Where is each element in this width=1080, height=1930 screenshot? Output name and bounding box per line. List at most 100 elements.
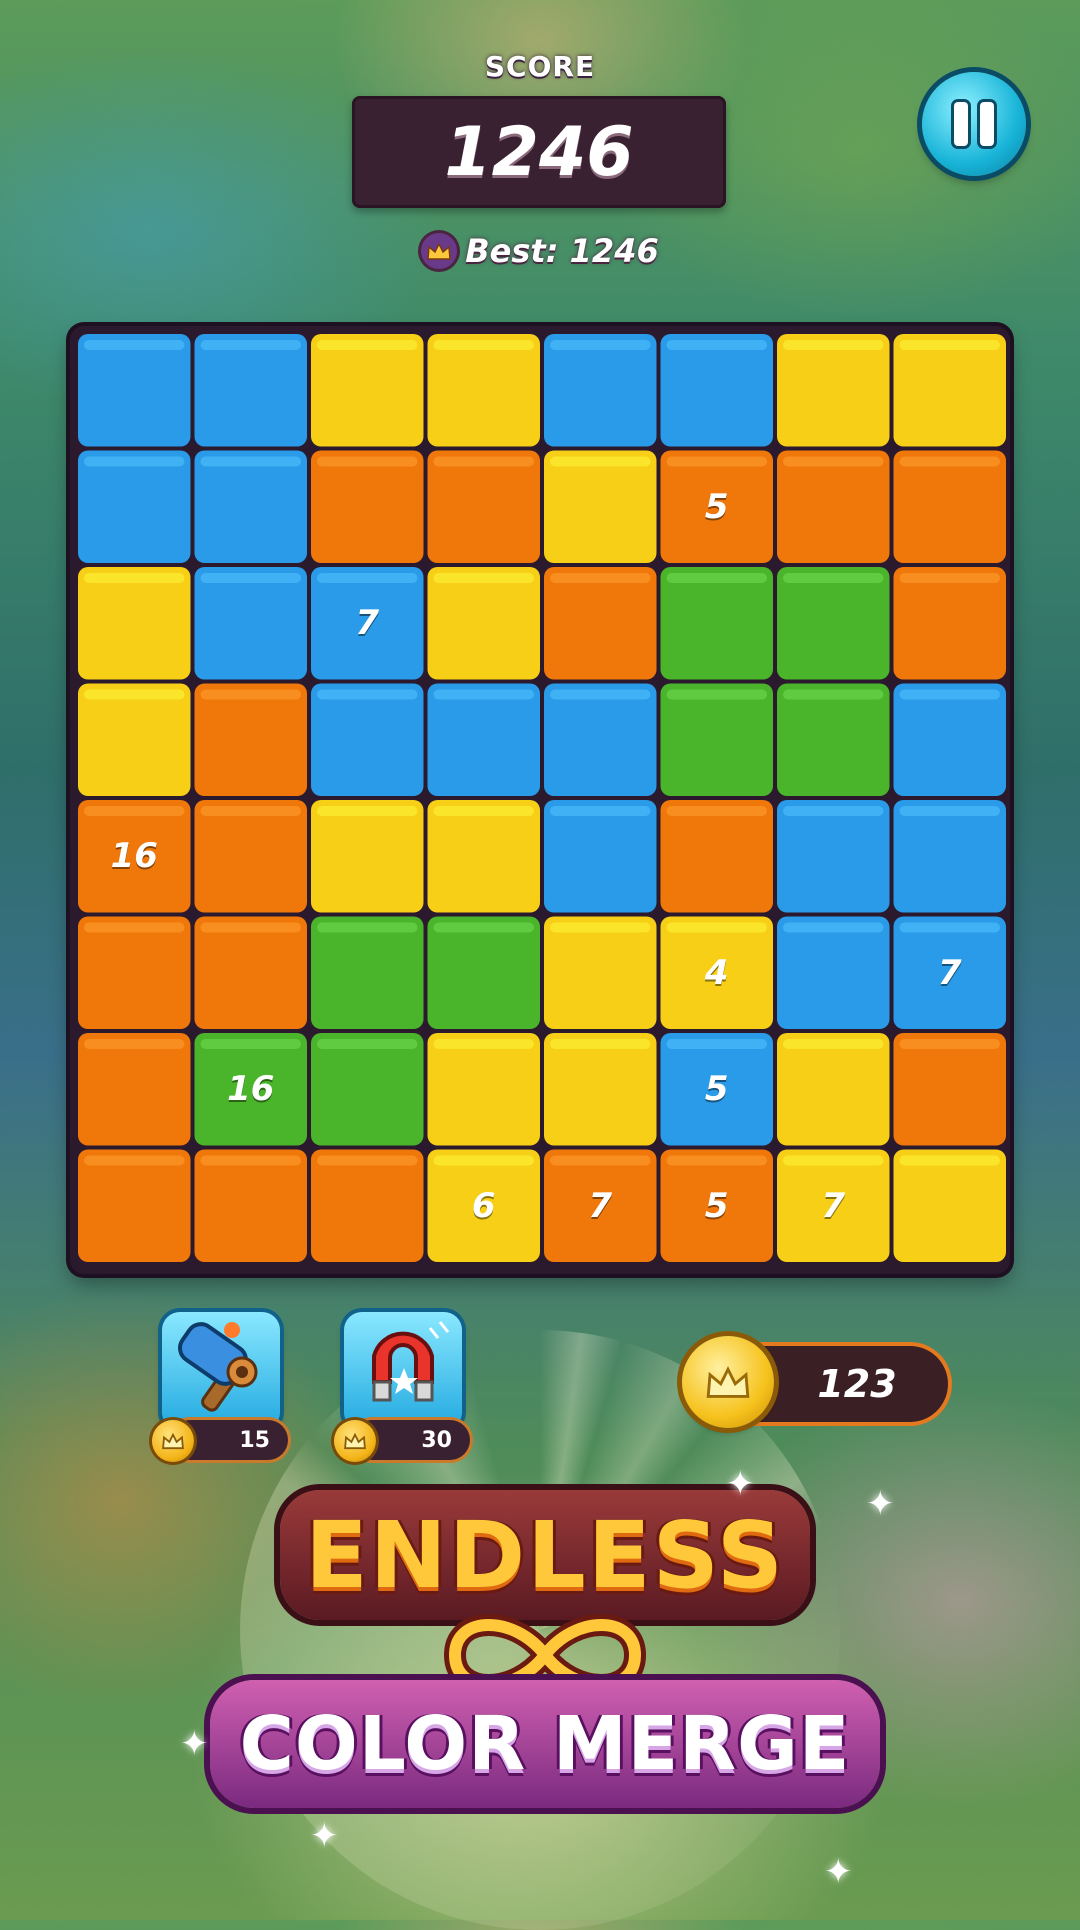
board-cell[interactable] (544, 567, 657, 680)
board-cell[interactable] (311, 916, 424, 1030)
board-cell[interactable] (893, 450, 1007, 564)
board-cell[interactable] (78, 916, 191, 1030)
cell-highlight (200, 1155, 301, 1166)
board-cell[interactable] (544, 683, 657, 797)
board-cell[interactable] (660, 800, 774, 913)
cell-highlight (550, 456, 651, 467)
cell-highlight (433, 1155, 534, 1166)
cell-highlight (200, 689, 301, 700)
cell-highlight (666, 573, 767, 583)
cell-highlight (666, 1039, 767, 1049)
cell-highlight (84, 340, 185, 350)
board-cell[interactable] (893, 567, 1007, 680)
cell-highlight (550, 1155, 651, 1166)
board-cell[interactable] (427, 567, 541, 680)
board-cell[interactable] (78, 334, 191, 447)
board-cell[interactable] (893, 683, 1007, 797)
cell-highlight (84, 806, 185, 816)
board-cell[interactable] (660, 567, 774, 680)
cell-highlight (550, 573, 651, 583)
game-board[interactable]: 5 7 16 4 7 16 5 6 7 5 7 (70, 326, 1010, 1274)
cell-highlight (550, 340, 651, 350)
cell-highlight (200, 456, 301, 467)
board-cell[interactable] (427, 683, 541, 797)
cell-highlight (84, 922, 185, 933)
cell-highlight (666, 1155, 767, 1166)
board-cell[interactable] (194, 450, 308, 564)
board-cell[interactable] (194, 1149, 308, 1263)
board-cell[interactable] (311, 800, 424, 913)
board-cell[interactable] (194, 567, 308, 680)
board-cell[interactable] (311, 1149, 424, 1263)
board-cell[interactable] (660, 334, 774, 447)
logo-color-merge-text: COLOR MERGE (210, 1680, 880, 1808)
cell-highlight (433, 922, 534, 933)
board-cell[interactable] (893, 800, 1007, 913)
cell-highlight (200, 922, 301, 933)
board-cell[interactable] (427, 800, 541, 913)
board-cell[interactable] (427, 334, 541, 447)
board-cell[interactable] (194, 334, 308, 447)
cell-highlight (899, 806, 1000, 816)
board-cell[interactable] (78, 450, 191, 564)
board-cell[interactable] (311, 683, 424, 797)
board-cell[interactable] (777, 1033, 890, 1146)
cell-highlight (317, 689, 418, 700)
board-cell[interactable] (427, 450, 541, 564)
cell-highlight (84, 456, 185, 467)
cell-highlight (433, 456, 534, 467)
cell-highlight (783, 573, 884, 583)
cell-highlight (666, 922, 767, 933)
board-cell[interactable] (544, 450, 657, 564)
magnet-booster-button[interactable] (344, 1312, 462, 1430)
board-cell[interactable] (311, 1033, 424, 1146)
cell-highlight (666, 806, 767, 816)
board-cell[interactable] (78, 1149, 191, 1263)
board-cell[interactable] (427, 1033, 541, 1146)
cell-highlight (84, 689, 185, 700)
cell-highlight (317, 806, 418, 816)
board-cell[interactable] (78, 683, 191, 797)
cell-highlight (666, 689, 767, 700)
pause-button[interactable] (922, 72, 1026, 176)
cell-highlight (550, 922, 651, 933)
board-cell[interactable] (893, 1149, 1007, 1263)
board-cell[interactable] (194, 916, 308, 1030)
cell-highlight (783, 340, 884, 350)
cell-highlight (783, 1039, 884, 1049)
piece-count-label: 7 (355, 603, 380, 644)
sparkle-icon: ✦ (866, 1484, 895, 1524)
board-cell[interactable] (544, 334, 657, 447)
cell-highlight (433, 573, 534, 583)
board-cell[interactable] (194, 683, 308, 797)
hammer-icon (177, 1322, 258, 1412)
crown-icon (421, 233, 458, 269)
board-cell[interactable] (893, 334, 1007, 447)
board-cell[interactable] (777, 567, 890, 680)
board-cell[interactable] (777, 450, 890, 564)
board-cell[interactable] (311, 334, 424, 447)
cell-highlight (899, 922, 1000, 933)
magnet-icon (372, 1321, 450, 1402)
board-cell[interactable] (660, 683, 774, 797)
board-cell[interactable] (544, 800, 657, 913)
board-cell[interactable] (194, 800, 308, 913)
board-cell[interactable] (78, 567, 191, 680)
board-cell[interactable] (777, 334, 890, 447)
board-cell[interactable] (777, 916, 890, 1030)
board-cell[interactable] (78, 1033, 191, 1146)
board-cell[interactable] (311, 450, 424, 564)
board-cell[interactable] (777, 800, 890, 913)
cell-highlight (200, 1039, 301, 1049)
cell-highlight (317, 1039, 418, 1049)
board-cell[interactable] (893, 1033, 1007, 1146)
board-cell[interactable] (777, 683, 890, 797)
cell-highlight (783, 806, 884, 816)
board-cell[interactable] (427, 916, 541, 1030)
hammer-booster-button[interactable] (162, 1312, 280, 1430)
board-cell[interactable] (544, 916, 657, 1030)
piece-count-label: 5 (704, 1185, 729, 1226)
pause-icon-bar (980, 102, 994, 146)
board-cell[interactable] (544, 1033, 657, 1146)
piece-count-label: 7 (821, 1185, 846, 1226)
